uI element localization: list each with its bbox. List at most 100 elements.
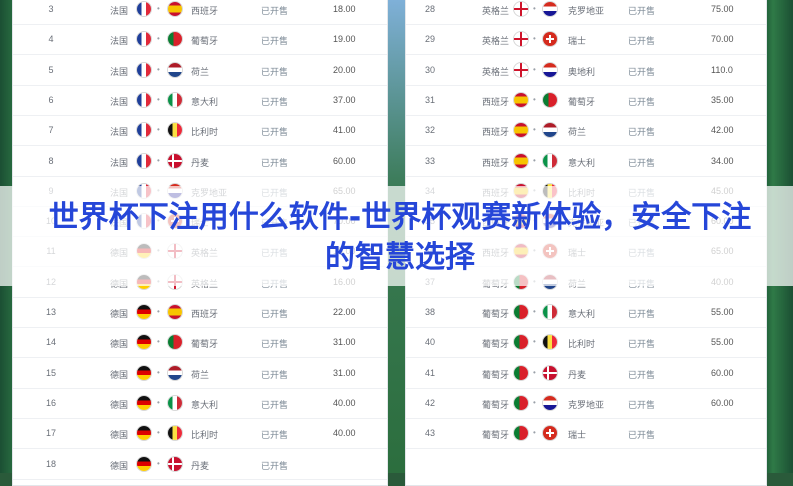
table-row[interactable]: 16 德国 • 意大利 已开售 40.00 bbox=[13, 388, 387, 419]
sale-status: 已开售 bbox=[628, 66, 656, 77]
row-number: 17 bbox=[45, 428, 56, 439]
table-row[interactable]: 31 西班牙 • 葡萄牙 已开售 35.00 bbox=[406, 85, 766, 116]
odds-value: 40.00 bbox=[333, 397, 356, 408]
home-team: 法国 bbox=[110, 66, 129, 77]
versus-dot: • bbox=[533, 155, 536, 165]
sale-status: 已开售 bbox=[628, 157, 656, 168]
home-team: 德国 bbox=[110, 369, 129, 380]
table-row[interactable]: 8 法国 • 丹麦 已开售 60.00 bbox=[13, 146, 387, 177]
table-row[interactable]: 38 葡萄牙 • 意大利 已开售 55.00 bbox=[406, 297, 766, 328]
versus-dot: • bbox=[157, 458, 160, 468]
odds-value: 110.0 bbox=[711, 64, 733, 75]
odds-value: 42.00 bbox=[711, 125, 734, 136]
versus-dot: • bbox=[533, 64, 536, 74]
odds-value: 37.00 bbox=[333, 94, 356, 105]
sale-status: 已开售 bbox=[628, 399, 656, 410]
versus-dot: • bbox=[533, 337, 536, 347]
table-row[interactable]: 13 德国 • 西班牙 已开售 22.00 bbox=[13, 297, 387, 328]
sale-status: 已开售 bbox=[261, 36, 289, 47]
home-flag-icon bbox=[137, 456, 151, 471]
sale-status: 已开售 bbox=[628, 36, 656, 47]
away-team: 克罗地亚 bbox=[568, 399, 605, 410]
home-flag-icon bbox=[514, 395, 528, 410]
odds-value: 22.00 bbox=[333, 307, 356, 317]
table-row[interactable]: 43 葡萄牙 • 瑞士 已开售 bbox=[406, 418, 766, 450]
table-row[interactable]: 32 西班牙 • 荷兰 已开售 42.00 bbox=[406, 115, 766, 147]
home-team: 葡萄牙 bbox=[482, 430, 510, 441]
row-number: 13 bbox=[45, 307, 56, 317]
home-flag-icon bbox=[514, 92, 528, 107]
home-team: 英格兰 bbox=[482, 6, 510, 16]
away-flag-icon bbox=[543, 153, 557, 168]
row-number: 7 bbox=[48, 125, 54, 136]
table-row[interactable]: 3 法国 • 西班牙 已开售 18.00 bbox=[13, 0, 387, 25]
away-team: 葡萄牙 bbox=[191, 339, 219, 350]
away-flag-icon bbox=[543, 305, 557, 319]
table-row[interactable]: 28 英格兰 • 克罗地亚 已开售 75.00 bbox=[406, 0, 766, 25]
table-row[interactable]: 15 德国 • 荷兰 已开售 31.00 bbox=[13, 358, 387, 389]
sale-status: 已开售 bbox=[628, 6, 656, 16]
versus-dot: • bbox=[533, 125, 536, 135]
odds-value: 40.00 bbox=[333, 428, 356, 439]
row-number: 16 bbox=[45, 397, 56, 408]
table-row[interactable]: 30 英格兰 • 奥地利 已开售 110.0 bbox=[406, 55, 766, 86]
away-team: 丹麦 bbox=[568, 369, 587, 380]
away-flag-icon bbox=[168, 395, 182, 410]
sale-status: 已开售 bbox=[261, 430, 289, 441]
table-row[interactable]: 41 葡萄牙 • 丹麦 已开售 60.00 bbox=[406, 358, 766, 389]
table-row[interactable]: 40 葡萄牙 • 比利时 已开售 55.00 bbox=[406, 327, 766, 359]
home-flag-icon bbox=[137, 92, 151, 107]
away-team: 葡萄牙 bbox=[191, 36, 219, 47]
away-flag-icon bbox=[543, 365, 557, 380]
away-flag-icon bbox=[168, 2, 182, 16]
sale-status: 已开售 bbox=[261, 309, 289, 319]
home-flag-icon bbox=[514, 32, 528, 47]
away-team: 奥地利 bbox=[568, 66, 596, 77]
table-row[interactable]: 42 葡萄牙 • 克罗地亚 已开售 60.00 bbox=[406, 388, 766, 419]
away-team: 荷兰 bbox=[568, 127, 587, 138]
home-flag-icon bbox=[137, 62, 151, 77]
versus-dot: • bbox=[157, 397, 160, 407]
row-number: 29 bbox=[424, 34, 435, 45]
table-row[interactable]: 18 德国 • 丹麦 已开售 bbox=[13, 449, 387, 480]
away-team: 意大利 bbox=[191, 399, 219, 410]
odds-value: 20.00 bbox=[333, 64, 356, 75]
home-team: 德国 bbox=[110, 339, 129, 350]
away-flag-icon bbox=[168, 456, 182, 471]
odds-value: 19.00 bbox=[333, 34, 356, 45]
home-flag-icon bbox=[514, 335, 528, 350]
away-flag-icon bbox=[543, 2, 557, 16]
versus-dot: • bbox=[157, 125, 160, 135]
table-row[interactable]: 4 法国 • 葡萄牙 已开售 19.00 bbox=[13, 24, 387, 56]
home-flag-icon bbox=[137, 426, 151, 441]
home-flag-icon bbox=[137, 153, 151, 168]
versus-dot: • bbox=[157, 155, 160, 165]
table-row[interactable]: 7 法国 • 比利时 已开售 41.00 bbox=[13, 115, 387, 147]
odds-value: 75.00 bbox=[711, 4, 734, 14]
sale-status: 已开售 bbox=[261, 6, 289, 16]
versus-dot: • bbox=[157, 337, 160, 347]
table-row[interactable]: 29 英格兰 • 瑞士 已开售 70.00 bbox=[406, 24, 766, 56]
away-team: 意大利 bbox=[568, 157, 596, 168]
row-number: 18 bbox=[45, 458, 56, 469]
away-flag-icon bbox=[168, 153, 182, 168]
table-row[interactable]: 5 法国 • 荷兰 已开售 20.00 bbox=[13, 55, 387, 86]
home-flag-icon bbox=[137, 2, 151, 16]
sale-status: 已开售 bbox=[628, 309, 656, 319]
away-team: 葡萄牙 bbox=[568, 96, 596, 107]
table-row[interactable]: 17 德国 • 比利时 已开售 40.00 bbox=[13, 418, 387, 450]
away-flag-icon bbox=[543, 395, 557, 410]
sale-status: 已开售 bbox=[261, 339, 289, 350]
odds-value: 60.00 bbox=[711, 367, 734, 378]
away-team: 丹麦 bbox=[191, 460, 210, 471]
sale-status: 已开售 bbox=[628, 96, 656, 107]
table-row[interactable]: 33 西班牙 • 意大利 已开售 34.00 bbox=[406, 146, 766, 177]
away-team: 意大利 bbox=[191, 96, 219, 107]
table-row[interactable]: 6 法国 • 意大利 已开售 37.00 bbox=[13, 85, 387, 116]
home-team: 葡萄牙 bbox=[482, 399, 510, 410]
table-row[interactable]: 14 德国 • 葡萄牙 已开售 31.00 bbox=[13, 327, 387, 359]
away-flag-icon bbox=[168, 32, 182, 47]
versus-dot: • bbox=[157, 428, 160, 438]
away-flag-icon bbox=[168, 335, 182, 350]
versus-dot: • bbox=[533, 94, 536, 104]
